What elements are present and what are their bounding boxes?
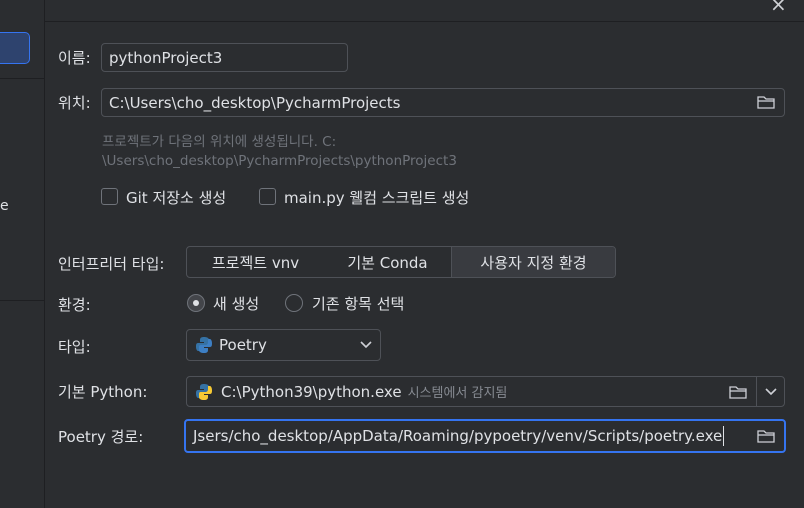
- mainpy-checkbox-label: main.py 웰컴 스크립트 생성: [284, 189, 470, 207]
- close-icon[interactable]: ×: [770, 0, 787, 14]
- poetry-path-value: Jsers/cho_desktop/AppData/Roaming/pypoet…: [193, 427, 723, 445]
- base-python-dropdown[interactable]: C:\Python39\python.exe 시스템에서 감지됨: [186, 376, 785, 407]
- chevron-down-icon: [764, 387, 777, 395]
- interpreter-tabs: 프로젝트 vnv 기본 Conda 사용자 지정 환경: [186, 246, 616, 278]
- poetry-path-field[interactable]: Jsers/cho_desktop/AppData/Roaming/pypoet…: [184, 419, 786, 453]
- poetry-path-label: Poetry 경로:: [58, 428, 144, 446]
- type-value: Poetry: [219, 336, 267, 354]
- sidebar-item-selected[interactable]: [0, 32, 30, 64]
- tab-custom-env[interactable]: 사용자 지정 환경: [451, 247, 615, 277]
- title-divider: [45, 21, 804, 22]
- sidebar-divider: [0, 78, 45, 79]
- interpreter-label: 인터프리터 타입:: [58, 255, 165, 273]
- sidebar-item-label: e: [0, 198, 9, 214]
- base-python-note: 시스템에서 감지됨: [407, 386, 508, 401]
- name-value: pythonProject3: [109, 48, 223, 67]
- tab-base-conda[interactable]: 기본 Conda: [324, 247, 451, 277]
- folder-icon[interactable]: [729, 385, 747, 399]
- tab-project-venv[interactable]: 프로젝트 vnv: [187, 247, 324, 277]
- env-new-radio[interactable]: [187, 294, 205, 312]
- location-hint: 프로젝트가 다음의 위치에 생성됩니다. C: \Users\cho_deskt…: [102, 133, 457, 171]
- location-field[interactable]: C:\Users\cho_desktop\PycharmProjects: [101, 88, 785, 117]
- text-cursor: [723, 426, 725, 446]
- sidebar: [0, 0, 45, 508]
- sidebar-divider: [0, 300, 45, 301]
- git-checkbox[interactable]: [101, 188, 118, 205]
- name-label: 이름:: [58, 49, 91, 67]
- env-new-label: 새 생성: [213, 295, 260, 313]
- chevron-down-icon: [360, 341, 372, 349]
- env-label: 환경:: [58, 296, 91, 314]
- type-label: 타입:: [58, 338, 91, 356]
- location-value: C:\Users\cho_desktop\PycharmProjects: [109, 93, 401, 112]
- location-hint-line: 프로젝트가 다음의 위치에 생성됩니다. C:: [102, 134, 337, 150]
- env-existing-label: 기존 항목 선택: [312, 295, 405, 313]
- type-dropdown[interactable]: Poetry: [186, 329, 381, 361]
- location-label: 위치:: [58, 94, 91, 112]
- env-existing-radio[interactable]: [285, 294, 303, 312]
- python-icon: [196, 383, 212, 400]
- base-python-chevron[interactable]: [757, 387, 784, 396]
- base-python-value: C:\Python39\python.exe: [221, 382, 402, 401]
- git-checkbox-label: Git 저장소 생성: [126, 189, 227, 207]
- mainpy-checkbox[interactable]: [259, 188, 276, 205]
- base-python-label: 기본 Python:: [58, 383, 148, 401]
- folder-icon[interactable]: [757, 95, 775, 109]
- location-hint-line: \Users\cho_desktop\PycharmProjects\pytho…: [102, 153, 457, 169]
- poetry-icon: [196, 337, 212, 353]
- name-field[interactable]: pythonProject3: [101, 43, 348, 72]
- folder-icon[interactable]: [757, 429, 775, 443]
